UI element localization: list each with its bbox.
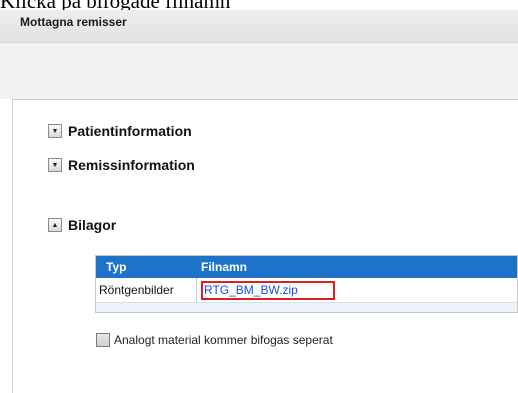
toolbar-area (0, 43, 518, 99)
expand-arrow-icon[interactable]: ▼ (48, 124, 62, 138)
expand-arrow-icon[interactable]: ▼ (48, 158, 62, 172)
collapse-arrow-icon[interactable]: ▲ (48, 218, 62, 232)
analog-material-option[interactable]: Analogt material kommer bifogas seperat (96, 333, 333, 347)
section-patientinformation[interactable]: ▼ Patientinformation (48, 122, 192, 140)
section-bilagor[interactable]: ▲ Bilagor (48, 216, 116, 234)
attachments-table: Typ Filnamn Röntgenbilder RTG_BM_BW.zip (95, 255, 518, 313)
content-panel (12, 99, 518, 393)
analog-material-checkbox[interactable] (96, 333, 110, 347)
section-label[interactable]: Bilagor (68, 217, 116, 233)
section-label[interactable]: Patientinformation (68, 123, 192, 139)
window-titlebar: Mottagna remisser (0, 10, 518, 43)
analog-material-label[interactable]: Analogt material kommer bifogas seperat (114, 333, 333, 347)
column-header-filnamn: Filnamn (201, 260, 248, 274)
section-remissinformation[interactable]: ▼ Remissinformation (48, 156, 195, 174)
column-header-typ: Typ (106, 260, 127, 274)
table-header: Typ Filnamn (96, 256, 517, 278)
table-row: Röntgenbilder RTG_BM_BW.zip (96, 278, 517, 303)
section-label[interactable]: Remissinformation (68, 157, 195, 173)
attachment-file-link[interactable]: RTG_BM_BW.zip (201, 281, 335, 300)
cell-typ: Röntgenbilder (96, 278, 197, 302)
window-title: Mottagna remisser (20, 15, 127, 29)
